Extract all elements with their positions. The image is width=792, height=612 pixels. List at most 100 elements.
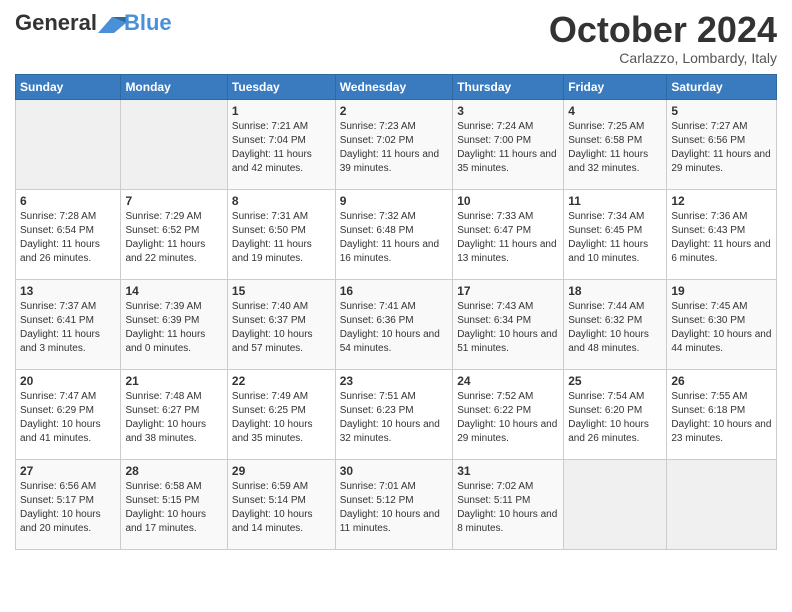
day-info: Sunrise: 7:52 AM Sunset: 6:22 PM Dayligh… bbox=[457, 390, 559, 446]
calendar-cell: 20 Sunrise: 7:47 AM Sunset: 6:29 PM Dayl… bbox=[16, 369, 121, 459]
sunrise: Sunrise: 7:52 AM bbox=[457, 391, 533, 402]
calendar-cell: 14 Sunrise: 7:39 AM Sunset: 6:39 PM Dayl… bbox=[121, 279, 227, 369]
daylight: Daylight: 11 hours and 35 minutes. bbox=[457, 149, 556, 174]
calendar-week-row: 6 Sunrise: 7:28 AM Sunset: 6:54 PM Dayli… bbox=[16, 189, 777, 279]
sunrise: Sunrise: 7:28 AM bbox=[20, 211, 96, 222]
day-number: 16 bbox=[340, 284, 449, 298]
day-number: 15 bbox=[232, 284, 331, 298]
day-number: 24 bbox=[457, 374, 559, 388]
day-header-friday: Friday bbox=[564, 74, 667, 99]
sunrise: Sunrise: 7:47 AM bbox=[20, 391, 96, 402]
day-number: 23 bbox=[340, 374, 449, 388]
day-info: Sunrise: 7:44 AM Sunset: 6:32 PM Dayligh… bbox=[568, 300, 662, 356]
day-number: 6 bbox=[20, 194, 116, 208]
calendar-cell: 16 Sunrise: 7:41 AM Sunset: 6:36 PM Dayl… bbox=[335, 279, 453, 369]
day-number: 26 bbox=[671, 374, 772, 388]
calendar-cell: 18 Sunrise: 7:44 AM Sunset: 6:32 PM Dayl… bbox=[564, 279, 667, 369]
daylight: Daylight: 10 hours and 44 minutes. bbox=[671, 329, 771, 354]
sunset: Sunset: 6:34 PM bbox=[457, 315, 531, 326]
location: Carlazzo, Lombardy, Italy bbox=[549, 50, 777, 66]
sunset: Sunset: 6:36 PM bbox=[340, 315, 414, 326]
day-info: Sunrise: 7:33 AM Sunset: 6:47 PM Dayligh… bbox=[457, 210, 559, 266]
sunrise: Sunrise: 7:21 AM bbox=[232, 121, 308, 132]
sunset: Sunset: 5:11 PM bbox=[457, 495, 530, 506]
sunset: Sunset: 5:14 PM bbox=[232, 495, 306, 506]
day-info: Sunrise: 7:45 AM Sunset: 6:30 PM Dayligh… bbox=[671, 300, 772, 356]
sunrise: Sunrise: 7:32 AM bbox=[340, 211, 416, 222]
sunrise: Sunrise: 7:39 AM bbox=[125, 301, 201, 312]
sunset: Sunset: 6:50 PM bbox=[232, 225, 306, 236]
calendar-cell: 30 Sunrise: 7:01 AM Sunset: 5:12 PM Dayl… bbox=[335, 459, 453, 549]
sunset: Sunset: 6:43 PM bbox=[671, 225, 745, 236]
calendar-cell: 21 Sunrise: 7:48 AM Sunset: 6:27 PM Dayl… bbox=[121, 369, 227, 459]
calendar-cell: 5 Sunrise: 7:27 AM Sunset: 6:56 PM Dayli… bbox=[667, 99, 777, 189]
sunrise: Sunrise: 7:48 AM bbox=[125, 391, 201, 402]
day-number: 19 bbox=[671, 284, 772, 298]
sunset: Sunset: 6:23 PM bbox=[340, 405, 414, 416]
day-info: Sunrise: 7:28 AM Sunset: 6:54 PM Dayligh… bbox=[20, 210, 116, 266]
day-number: 18 bbox=[568, 284, 662, 298]
day-info: Sunrise: 7:32 AM Sunset: 6:48 PM Dayligh… bbox=[340, 210, 449, 266]
daylight: Daylight: 11 hours and 39 minutes. bbox=[340, 149, 439, 174]
daylight: Daylight: 10 hours and 51 minutes. bbox=[457, 329, 557, 354]
day-info: Sunrise: 7:48 AM Sunset: 6:27 PM Dayligh… bbox=[125, 390, 222, 446]
sunrise: Sunrise: 7:54 AM bbox=[568, 391, 644, 402]
day-info: Sunrise: 7:01 AM Sunset: 5:12 PM Dayligh… bbox=[340, 480, 449, 536]
day-info: Sunrise: 7:24 AM Sunset: 7:00 PM Dayligh… bbox=[457, 120, 559, 176]
sunset: Sunset: 6:48 PM bbox=[340, 225, 414, 236]
day-info: Sunrise: 7:29 AM Sunset: 6:52 PM Dayligh… bbox=[125, 210, 222, 266]
logo-blue-text: Blue bbox=[124, 10, 172, 36]
day-info: Sunrise: 7:37 AM Sunset: 6:41 PM Dayligh… bbox=[20, 300, 116, 356]
sunset: Sunset: 6:54 PM bbox=[20, 225, 94, 236]
daylight: Daylight: 11 hours and 16 minutes. bbox=[340, 239, 439, 264]
day-info: Sunrise: 7:41 AM Sunset: 6:36 PM Dayligh… bbox=[340, 300, 449, 356]
day-header-thursday: Thursday bbox=[453, 74, 564, 99]
calendar-week-row: 13 Sunrise: 7:37 AM Sunset: 6:41 PM Dayl… bbox=[16, 279, 777, 369]
sunset: Sunset: 6:39 PM bbox=[125, 315, 199, 326]
daylight: Daylight: 10 hours and 29 minutes. bbox=[457, 419, 557, 444]
calendar-cell: 27 Sunrise: 6:56 AM Sunset: 5:17 PM Dayl… bbox=[16, 459, 121, 549]
daylight: Daylight: 11 hours and 0 minutes. bbox=[125, 329, 205, 354]
sunrise: Sunrise: 7:49 AM bbox=[232, 391, 308, 402]
calendar-cell: 17 Sunrise: 7:43 AM Sunset: 6:34 PM Dayl… bbox=[453, 279, 564, 369]
calendar-cell bbox=[121, 99, 227, 189]
day-header-wednesday: Wednesday bbox=[335, 74, 453, 99]
sunrise: Sunrise: 7:23 AM bbox=[340, 121, 416, 132]
daylight: Daylight: 10 hours and 57 minutes. bbox=[232, 329, 313, 354]
sunset: Sunset: 6:30 PM bbox=[671, 315, 745, 326]
day-info: Sunrise: 6:56 AM Sunset: 5:17 PM Dayligh… bbox=[20, 480, 116, 536]
day-number: 12 bbox=[671, 194, 772, 208]
day-info: Sunrise: 7:34 AM Sunset: 6:45 PM Dayligh… bbox=[568, 210, 662, 266]
sunrise: Sunrise: 7:36 AM bbox=[671, 211, 747, 222]
sunset: Sunset: 5:15 PM bbox=[125, 495, 199, 506]
day-info: Sunrise: 7:25 AM Sunset: 6:58 PM Dayligh… bbox=[568, 120, 662, 176]
calendar-cell: 6 Sunrise: 7:28 AM Sunset: 6:54 PM Dayli… bbox=[16, 189, 121, 279]
calendar-cell: 19 Sunrise: 7:45 AM Sunset: 6:30 PM Dayl… bbox=[667, 279, 777, 369]
calendar-cell: 26 Sunrise: 7:55 AM Sunset: 6:18 PM Dayl… bbox=[667, 369, 777, 459]
day-info: Sunrise: 6:58 AM Sunset: 5:15 PM Dayligh… bbox=[125, 480, 222, 536]
calendar-cell: 15 Sunrise: 7:40 AM Sunset: 6:37 PM Dayl… bbox=[227, 279, 335, 369]
day-info: Sunrise: 7:54 AM Sunset: 6:20 PM Dayligh… bbox=[568, 390, 662, 446]
day-number: 2 bbox=[340, 104, 449, 118]
sunset: Sunset: 6:58 PM bbox=[568, 135, 642, 146]
day-number: 21 bbox=[125, 374, 222, 388]
calendar-cell: 29 Sunrise: 6:59 AM Sunset: 5:14 PM Dayl… bbox=[227, 459, 335, 549]
calendar-cell: 8 Sunrise: 7:31 AM Sunset: 6:50 PM Dayli… bbox=[227, 189, 335, 279]
sunrise: Sunrise: 7:37 AM bbox=[20, 301, 96, 312]
sunset: Sunset: 6:22 PM bbox=[457, 405, 531, 416]
daylight: Daylight: 10 hours and 20 minutes. bbox=[20, 509, 101, 534]
daylight: Daylight: 11 hours and 10 minutes. bbox=[568, 239, 648, 264]
sunset: Sunset: 6:18 PM bbox=[671, 405, 745, 416]
sunrise: Sunrise: 7:29 AM bbox=[125, 211, 201, 222]
day-header-saturday: Saturday bbox=[667, 74, 777, 99]
day-info: Sunrise: 7:21 AM Sunset: 7:04 PM Dayligh… bbox=[232, 120, 331, 176]
calendar-cell: 24 Sunrise: 7:52 AM Sunset: 6:22 PM Dayl… bbox=[453, 369, 564, 459]
day-number: 11 bbox=[568, 194, 662, 208]
daylight: Daylight: 11 hours and 6 minutes. bbox=[671, 239, 770, 264]
calendar-cell: 22 Sunrise: 7:49 AM Sunset: 6:25 PM Dayl… bbox=[227, 369, 335, 459]
calendar-cell: 13 Sunrise: 7:37 AM Sunset: 6:41 PM Dayl… bbox=[16, 279, 121, 369]
calendar-cell bbox=[16, 99, 121, 189]
calendar-cell: 1 Sunrise: 7:21 AM Sunset: 7:04 PM Dayli… bbox=[227, 99, 335, 189]
daylight: Daylight: 11 hours and 32 minutes. bbox=[568, 149, 648, 174]
daylight: Daylight: 10 hours and 35 minutes. bbox=[232, 419, 313, 444]
